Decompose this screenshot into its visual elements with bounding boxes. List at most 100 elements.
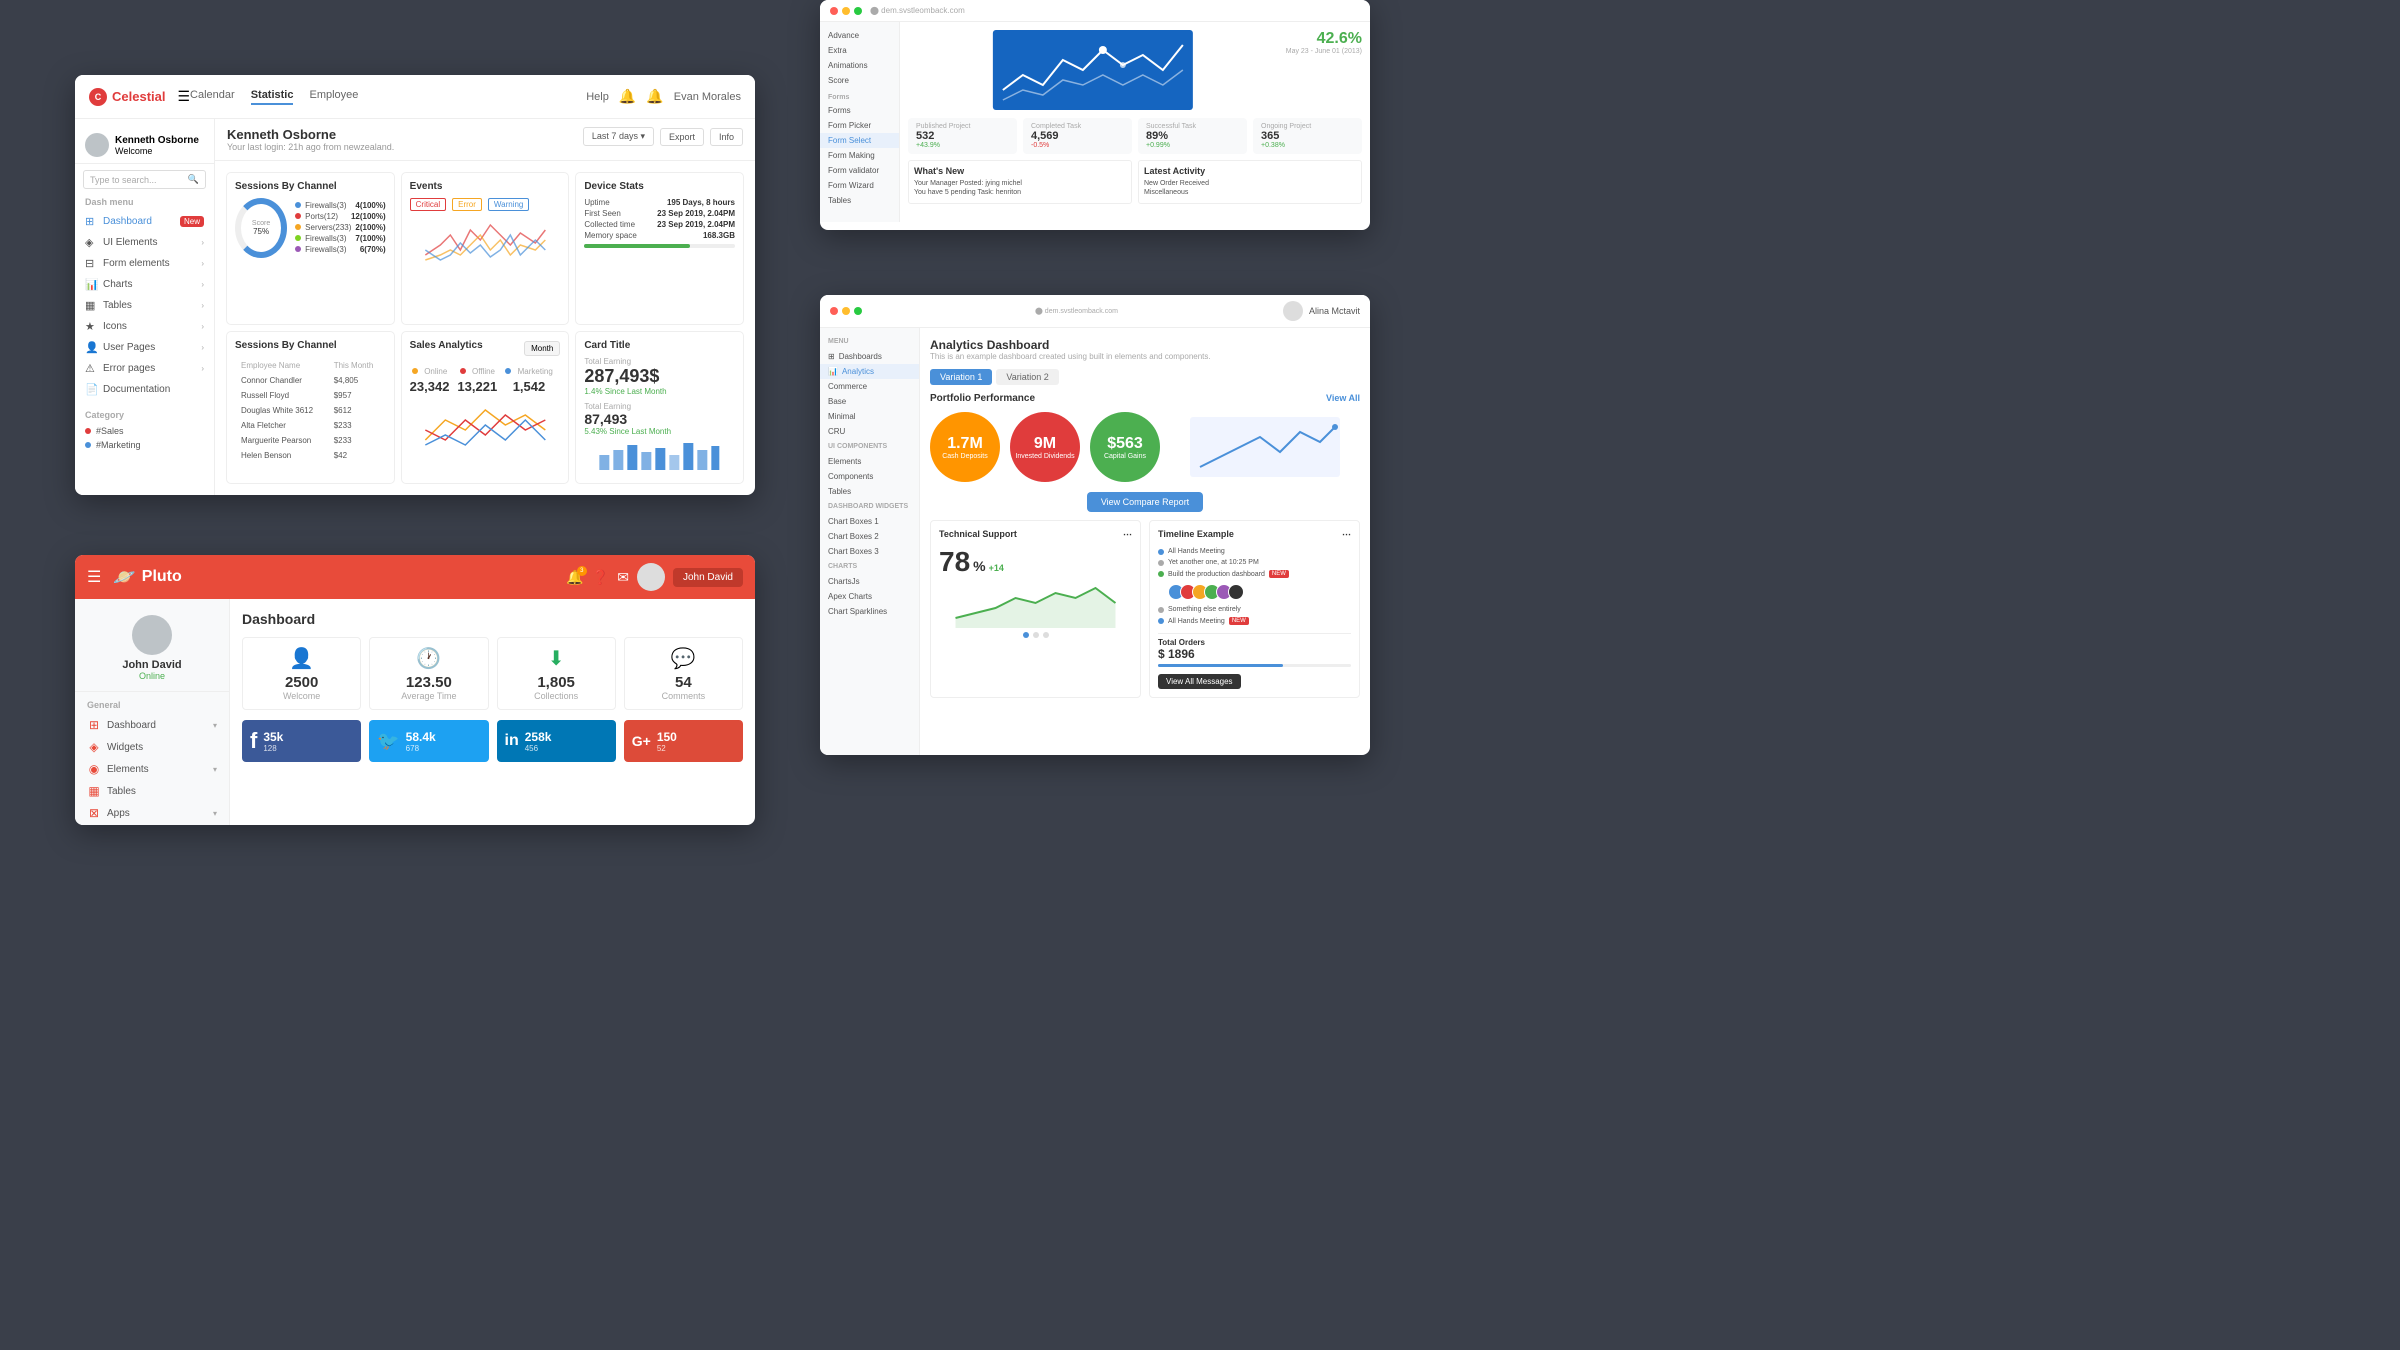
marketing-dot — [505, 368, 511, 374]
arch-max-dot[interactable] — [854, 307, 862, 315]
pluto-hamburger-icon[interactable]: ☰ — [87, 567, 101, 587]
new-badge-1: NEW — [1229, 617, 1249, 625]
events-card-title: Events — [410, 181, 561, 192]
arch-item-chartsjs[interactable]: ChartsJs — [820, 574, 919, 589]
arch-item-commerce[interactable]: Commerce — [820, 379, 919, 394]
view-all-btn[interactable]: View All — [1326, 393, 1360, 404]
pluto-social-googleplus: G+ 150 52 — [624, 720, 743, 762]
arch-item-chart-sparklines[interactable]: Chart Sparklines — [820, 604, 919, 619]
sessions-channel-card: Sessions By Channel Score 75% Firewalls( — [226, 172, 395, 325]
notification-icon[interactable]: 🔔 — [619, 88, 636, 105]
sidebar-item-documentation[interactable]: 📄 Documentation — [75, 379, 214, 400]
linkedin-icon: in — [505, 732, 519, 750]
sidebar-item-error-pages[interactable]: ⚠ Error pages › — [75, 358, 214, 379]
pluto-stats-grid: 👤 2500 Welcome 🕐 123.50 Average Time ⬇ 1… — [242, 637, 743, 710]
alert-icon[interactable]: 🔔 — [646, 88, 663, 105]
as-item-tables[interactable]: Tables — [820, 193, 899, 208]
arch-item-elements[interactable]: Elements — [820, 454, 919, 469]
arch-item-tables[interactable]: Tables — [820, 484, 919, 499]
arch-charts-label: CHARTS — [820, 559, 919, 574]
as-item-animations[interactable]: Animations — [820, 58, 899, 73]
earning1-label: Total Earning — [584, 357, 735, 366]
user-pages-icon: 👤 — [85, 341, 97, 354]
compare-report-btn[interactable]: View Compare Report — [1087, 492, 1203, 512]
minimize-dot[interactable] — [842, 7, 850, 15]
tab-variation2[interactable]: Variation 2 — [996, 369, 1058, 385]
sidebar-item-user-pages[interactable]: 👤 User Pages › — [75, 337, 214, 358]
pluto-profile-status: Online — [139, 671, 165, 681]
arch-item-cru[interactable]: CRU — [820, 424, 919, 439]
as-item-score[interactable]: Score — [820, 73, 899, 88]
arch-item-minimal[interactable]: Minimal — [820, 409, 919, 424]
tab-variation1[interactable]: Variation 1 — [930, 369, 992, 385]
pluto-message-icon[interactable]: ✉ — [617, 569, 629, 586]
tech-support-menu-icon[interactable]: ⋯ — [1123, 529, 1132, 540]
sidebar-item-icons[interactable]: ★ Icons › — [75, 316, 214, 337]
arch-min-dot[interactable] — [842, 307, 850, 315]
view-all-messages-btn[interactable]: View All Messages — [1158, 674, 1241, 689]
list-item: Firewalls(3) 6(70%) — [295, 245, 386, 254]
sidebar-item-dashboard[interactable]: ⊞ Dashboard New — [75, 211, 214, 232]
export-btn[interactable]: Export — [660, 128, 704, 146]
form-elements-icon: ⊟ — [85, 257, 97, 270]
pluto-item-pricing-tables[interactable]: 💲 Pricing Tables — [75, 824, 229, 825]
pluto-notification-icon[interactable]: 🔔 3 — [566, 569, 583, 586]
avatar-group — [1168, 584, 1351, 600]
pluto-user-btn[interactable]: John David — [673, 568, 743, 587]
employee-table: Employee Name This Month Connor Chandler… — [235, 357, 386, 464]
sidebar-item-charts[interactable]: 📊 Charts › — [75, 274, 214, 295]
arch-item-dashboards[interactable]: ⊞ Dashboards — [820, 349, 919, 364]
sidebar-item-form-elements[interactable]: ⊟ Form elements › — [75, 253, 214, 274]
arch-item-apex-charts[interactable]: Apex Charts — [820, 589, 919, 604]
dot-inactive-1[interactable] — [1033, 632, 1039, 638]
sidebar-item-ui-elements[interactable]: ◈ UI Elements › — [75, 232, 214, 253]
astat-ongoing-label: Ongoing Project — [1261, 123, 1354, 130]
dot-inactive-2[interactable] — [1043, 632, 1049, 638]
sidebar-item-tables[interactable]: ▦ Tables › — [75, 295, 214, 316]
pluto-item-widgets[interactable]: ◈ Widgets — [75, 736, 229, 758]
as-item-form-wizard[interactable]: Form Wizard — [820, 178, 899, 193]
tw-val: 58.4k — [406, 730, 436, 744]
total-orders-section: Total Orders $ 1896 View All Messages — [1158, 633, 1351, 689]
nav-statistic[interactable]: Statistic — [251, 89, 294, 105]
arch-close-dot[interactable] — [830, 307, 838, 315]
card-title-earnings: Card Title Total Earning 287,493$ 1.4% S… — [575, 331, 744, 484]
timeline-menu-icon[interactable]: ⋯ — [1342, 529, 1351, 540]
search-icon[interactable]: 🔍 — [188, 174, 199, 185]
month-btn[interactable]: Month — [524, 341, 560, 356]
celestial-page-sub: Your last login: 21h ago from newzealand… — [227, 142, 394, 152]
as-item-form-making[interactable]: Form Making — [820, 148, 899, 163]
pluto-item-apps[interactable]: ⊠ Apps — [75, 802, 229, 824]
sidebar-search[interactable]: Type to search... 🔍 — [83, 170, 206, 189]
as-item-form-select[interactable]: Form Select — [820, 133, 899, 148]
notification-count-badge: 3 — [577, 566, 587, 576]
notification-1: You have 5 pending Task: henriton — [914, 189, 1126, 196]
maximize-dot[interactable] — [854, 7, 862, 15]
pluto-logo: 🪐 Pluto — [113, 567, 181, 588]
pluto-help-icon[interactable]: ❓ — [592, 569, 609, 586]
as-item-form[interactable]: Forms — [820, 103, 899, 118]
as-item-form-picker[interactable]: Form Picker — [820, 118, 899, 133]
hamburger-icon[interactable]: ☰ — [177, 88, 190, 105]
arch-item-base[interactable]: Base — [820, 394, 919, 409]
dot-active[interactable] — [1023, 632, 1029, 638]
arch-item-chart-boxes-2[interactable]: Chart Boxes 2 — [820, 529, 919, 544]
date-range-btn[interactable]: Last 7 days ▾ — [583, 127, 654, 146]
arch-item-chart-boxes-1[interactable]: Chart Boxes 1 — [820, 514, 919, 529]
pluto-item-dashboard[interactable]: ⊞ Dashboard — [75, 714, 229, 736]
arch-item-components[interactable]: Components — [820, 469, 919, 484]
close-dot[interactable] — [830, 7, 838, 15]
as-item-extra[interactable]: Extra — [820, 43, 899, 58]
pluto-item-tables[interactable]: ▦ Tables — [75, 780, 229, 802]
as-item-form-validator[interactable]: Form validator — [820, 163, 899, 178]
pluto-item-elements[interactable]: ◉ Elements — [75, 758, 229, 780]
arch-item-chart-boxes-3[interactable]: Chart Boxes 3 — [820, 544, 919, 559]
nav-employee[interactable]: Employee — [309, 89, 358, 105]
info-btn[interactable]: Info — [710, 128, 743, 146]
nav-calendar[interactable]: Calendar — [190, 89, 235, 105]
as-item-advance[interactable]: Advance — [820, 28, 899, 43]
metric-div-val: 9M — [1034, 435, 1056, 453]
elements-icon-pluto: ◉ — [87, 762, 101, 776]
help-link[interactable]: Help — [586, 91, 609, 103]
arch-item-analytics[interactable]: 📊 Analytics — [820, 364, 919, 379]
